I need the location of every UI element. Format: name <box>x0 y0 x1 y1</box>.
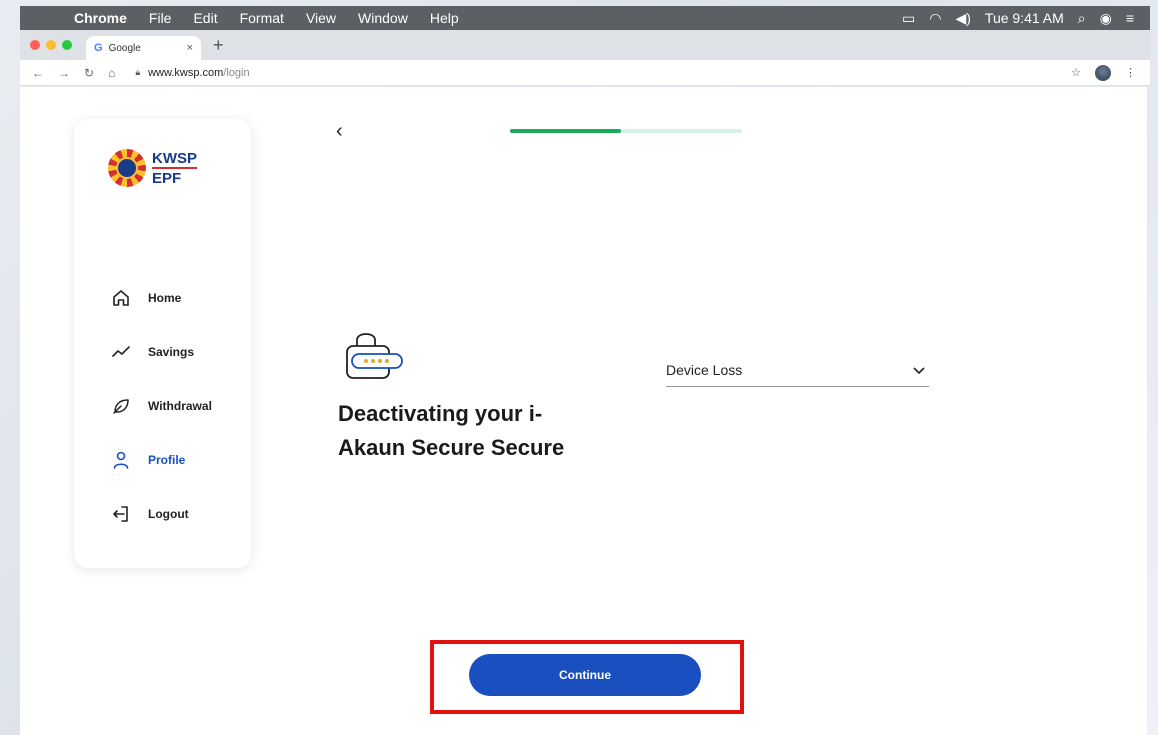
home-page-icon[interactable]: ⌂ <box>108 66 115 80</box>
control-center-icon[interactable]: ≡ <box>1126 10 1134 26</box>
close-tab-icon[interactable]: × <box>187 42 193 54</box>
sidebar-item-label: Profile <box>148 453 186 467</box>
home-icon <box>110 287 132 309</box>
search-icon[interactable]: ⌕ <box>1078 10 1086 27</box>
progress-fill <box>510 129 622 133</box>
reload-icon[interactable]: ↻ <box>84 66 94 80</box>
logo-line2: EPF <box>152 169 182 187</box>
toolbar-actions: ☆ ⋮ <box>1071 64 1136 81</box>
sidebar-item-profile[interactable]: Profile <box>110 433 212 487</box>
menubar-clock[interactable]: Tue 9:41 AM <box>985 10 1064 26</box>
sidebar-item-withdrawal[interactable]: Withdrawal <box>110 379 212 433</box>
menubar-item-view[interactable]: View <box>306 10 336 26</box>
sidebar: KWSP EPF Home Savings Withdrawal Profile… <box>74 119 251 568</box>
macos-menubar: Chrome File Edit Format View Window Help… <box>20 6 1150 30</box>
sidebar-item-home[interactable]: Home <box>110 271 212 325</box>
volume-icon[interactable]: ◀) <box>955 10 970 27</box>
siri-icon[interactable]: ◉ <box>1100 10 1112 27</box>
user-icon <box>110 449 132 471</box>
profile-avatar[interactable] <box>1095 64 1111 81</box>
sidebar-item-label: Logout <box>148 507 189 521</box>
sidebar-item-label: Savings <box>148 345 195 359</box>
lock-icon: 🔒︎ <box>135 67 141 77</box>
menubar-status: ▭ ◠ ◀) Tue 9:41 AM ⌕ ◉ ≡ <box>902 10 1134 27</box>
maximize-window-button[interactable] <box>62 40 72 50</box>
progress-bar <box>510 129 742 133</box>
bookmark-star-icon[interactable]: ☆ <box>1071 66 1081 79</box>
browser-tabbar: G Google × + <box>20 30 1150 60</box>
continue-button[interactable]: Continue <box>469 654 701 696</box>
window-controls <box>30 40 72 50</box>
kwsp-emblem-icon <box>108 149 146 187</box>
sidebar-menu: Home Savings Withdrawal Profile Logout <box>110 271 212 541</box>
browser-nav: ← → ↻ ⌂ <box>32 66 115 80</box>
minimize-window-button[interactable] <box>46 40 56 50</box>
logout-icon <box>110 503 132 525</box>
sidebar-item-label: Withdrawal <box>148 399 212 413</box>
kwsp-logo[interactable]: KWSP EPF <box>108 149 197 187</box>
page-title: Deactivating your i-Akaun Secure Secure <box>338 401 565 460</box>
google-favicon-icon: G <box>94 42 103 54</box>
chevron-down-icon <box>913 362 925 378</box>
menubar-item-edit[interactable]: Edit <box>193 10 217 26</box>
url-bar[interactable]: 🔒︎ www.kwsp.com/login <box>135 67 249 79</box>
menubar-item-help[interactable]: Help <box>430 10 459 26</box>
leaf-icon <box>110 395 132 417</box>
menubar-item-file[interactable]: File <box>149 10 172 26</box>
url-path: /login <box>223 66 250 79</box>
browser-toolbar: ← → ↻ ⌂ 🔒︎ www.kwsp.com/login ☆ ⋮ <box>20 60 1150 86</box>
menubar-item-format[interactable]: Format <box>240 10 284 26</box>
padlock-icon <box>344 326 404 387</box>
close-window-button[interactable] <box>30 40 40 50</box>
wifi-icon[interactable]: ◠ <box>929 10 941 27</box>
reason-select-value: Device Loss <box>666 361 743 378</box>
logo-line1: KWSP <box>152 149 197 169</box>
airplay-icon[interactable]: ▭ <box>902 10 915 27</box>
url-host: www.kwsp.com <box>148 66 224 79</box>
page-content: KWSP EPF Home Savings Withdrawal Profile… <box>20 87 1147 735</box>
kebab-menu-icon[interactable]: ⋮ <box>1125 66 1136 79</box>
menubar-app-name[interactable]: Chrome <box>74 10 127 26</box>
menubar-item-window[interactable]: Window <box>358 10 408 26</box>
back-arrow-icon[interactable]: ← <box>32 66 44 80</box>
reason-select[interactable]: Device Loss <box>666 353 929 387</box>
sidebar-item-label: Home <box>148 291 182 305</box>
tab-title: Google <box>108 42 141 54</box>
new-tab-button[interactable]: + <box>213 35 224 56</box>
sidebar-item-savings[interactable]: Savings <box>110 325 212 379</box>
forward-arrow-icon[interactable]: → <box>58 66 70 80</box>
browser-tab[interactable]: G Google × <box>86 36 201 60</box>
back-chevron-icon[interactable]: ‹ <box>336 120 343 143</box>
sidebar-item-logout[interactable]: Logout <box>110 487 212 541</box>
trend-icon <box>110 341 132 363</box>
